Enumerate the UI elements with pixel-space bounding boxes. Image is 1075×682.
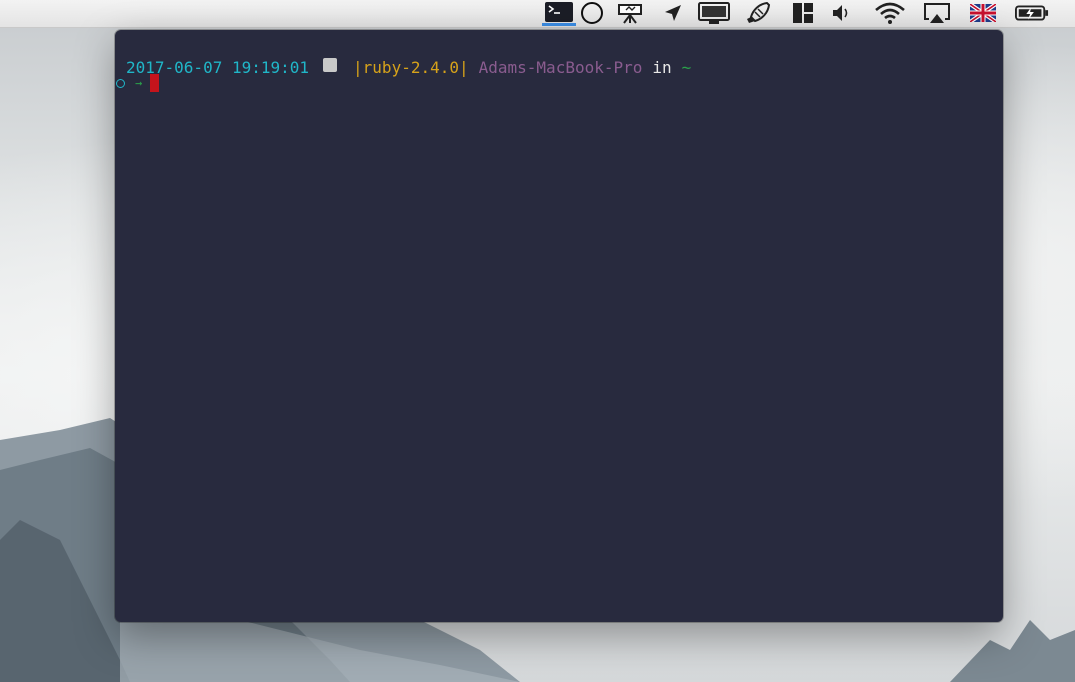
prompt-hostname: Adams-MacBook-Pro (478, 57, 643, 77)
menu-bar (0, 0, 1075, 28)
presentation-icon[interactable] (613, 0, 647, 26)
prompt-directory: ~ (681, 57, 692, 77)
display-icon[interactable] (697, 0, 731, 26)
circle-icon[interactable] (575, 0, 609, 26)
text-cursor (150, 74, 160, 92)
input-line[interactable]: → (115, 73, 160, 93)
clock-icon (323, 58, 338, 72)
terminal-window[interactable]: 2017-06-07 19:19:01 |ruby-2.4.0| Adams-M… (115, 30, 1003, 622)
battery-charging-icon[interactable] (1015, 0, 1049, 26)
rocket-icon[interactable] (741, 0, 775, 26)
prompt-in: in (652, 57, 672, 77)
status-circle-icon (116, 78, 125, 88)
prompt-ruby-version: |ruby-2.4.0| (353, 57, 469, 77)
wifi-icon[interactable] (873, 0, 907, 26)
terminal-icon[interactable] (542, 0, 576, 26)
prompt-line: 2017-06-07 19:19:01 |ruby-2.4.0| Adams-M… (126, 57, 691, 77)
volume-icon[interactable] (825, 0, 859, 26)
uk-flag-icon[interactable] (966, 0, 1000, 26)
location-arrow-icon[interactable] (656, 0, 690, 26)
airplay-icon[interactable] (920, 0, 954, 26)
prompt-arrow: → (135, 76, 143, 90)
window-layout-icon[interactable] (786, 0, 820, 26)
